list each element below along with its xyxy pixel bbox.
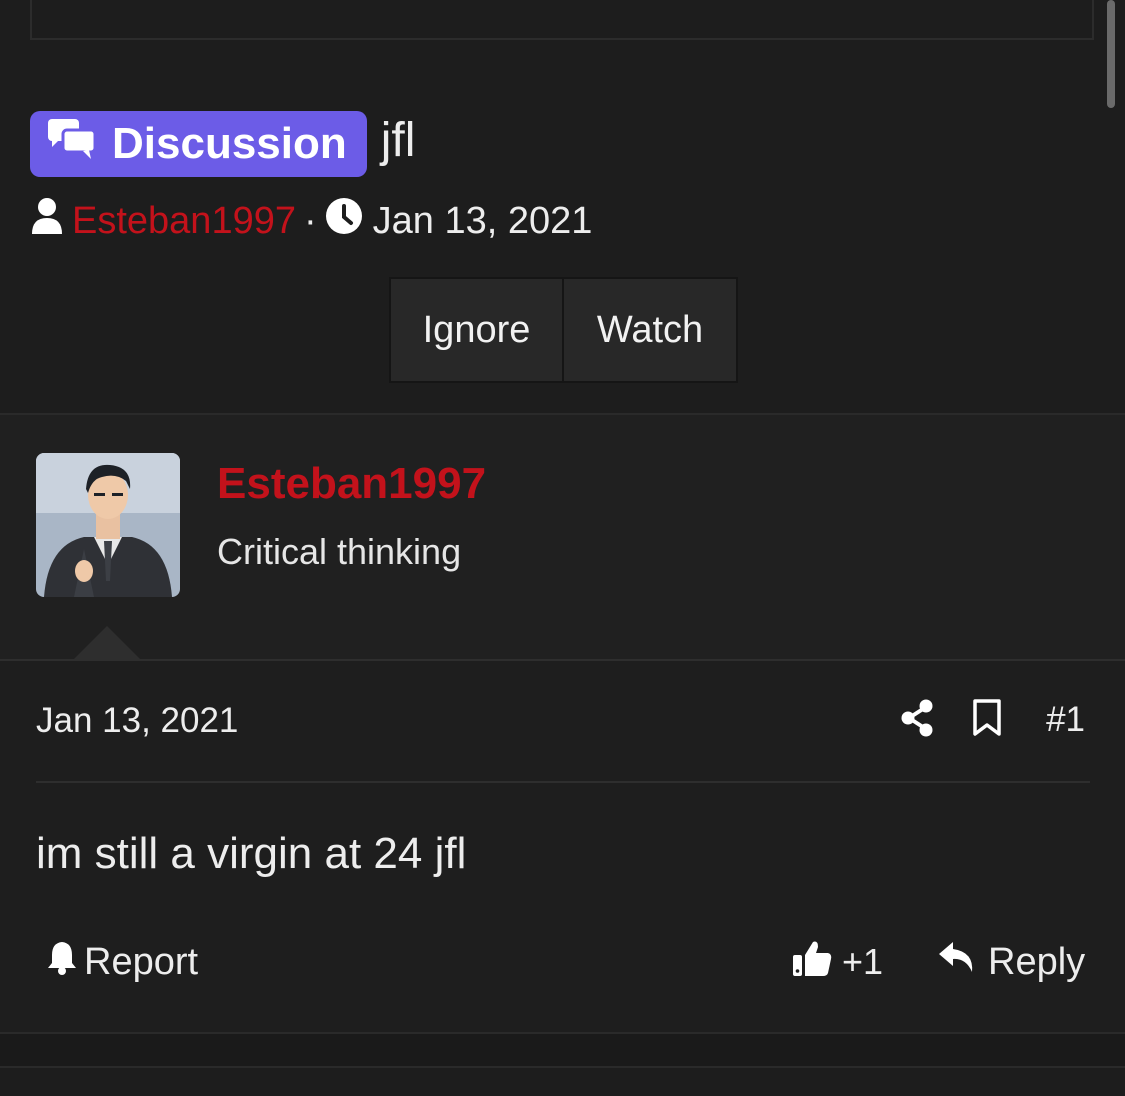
user-title: Critical thinking [217, 531, 462, 572]
like-button[interactable]: +1 [792, 937, 883, 987]
thread-date[interactable]: Jan 13, 2021 [373, 200, 593, 243]
post-author-name[interactable]: Esteban1997 [217, 459, 486, 509]
post-footer: Report +1 Reply [0, 937, 1125, 987]
clock-icon [325, 197, 363, 245]
post-top-actions: #1 [900, 697, 1085, 743]
meta-separator: · [303, 199, 317, 242]
post-date[interactable]: Jan 13, 2021 [36, 701, 238, 741]
scrollbar[interactable] [1107, 0, 1115, 108]
reply-icon [938, 940, 988, 984]
prefix-badge[interactable]: Discussion [30, 111, 367, 177]
post-body-text: im still a virgin at 24 jfl [36, 829, 467, 878]
post-message: Jan 13, 2021 #1 im still a virgin at 24 … [0, 659, 1125, 1032]
post-divider [36, 781, 1090, 783]
bell-icon [46, 939, 84, 985]
bookmark-icon[interactable] [972, 698, 1002, 742]
thread-page: Discussion jfl Esteban1997 · Jan 13, 202… [0, 0, 1125, 1096]
reply-label: Reply [988, 940, 1086, 983]
thread-actions: Ignore Watch [389, 277, 738, 383]
thread-title: jfl [380, 113, 416, 167]
reply-button[interactable]: Reply [938, 937, 1085, 987]
avatar[interactable] [36, 453, 180, 597]
report-label: Report [84, 940, 199, 983]
post-user-block: Esteban1997 Critical thinking [0, 415, 1125, 659]
thread-header: Discussion jfl [30, 111, 415, 177]
report-button[interactable]: Report [46, 937, 198, 987]
post-number-link[interactable]: #1 [1046, 700, 1085, 740]
prefix-label: Discussion [112, 119, 347, 168]
like-count: +1 [842, 941, 884, 982]
next-post-edge-inner [0, 1066, 1125, 1096]
previous-block-frame [30, 0, 1094, 40]
user-icon [30, 196, 64, 246]
thumbs-up-icon [792, 938, 842, 987]
watch-button[interactable]: Watch [564, 279, 736, 381]
ignore-button[interactable]: Ignore [391, 279, 564, 381]
comments-icon [47, 117, 112, 172]
thread-meta: Esteban1997 · Jan 13, 2021 [30, 198, 592, 244]
user-block-pointer [73, 626, 141, 660]
thread-author-link[interactable]: Esteban1997 [72, 200, 296, 243]
share-icon[interactable] [900, 699, 934, 742]
next-post-edge [0, 1032, 1125, 1096]
